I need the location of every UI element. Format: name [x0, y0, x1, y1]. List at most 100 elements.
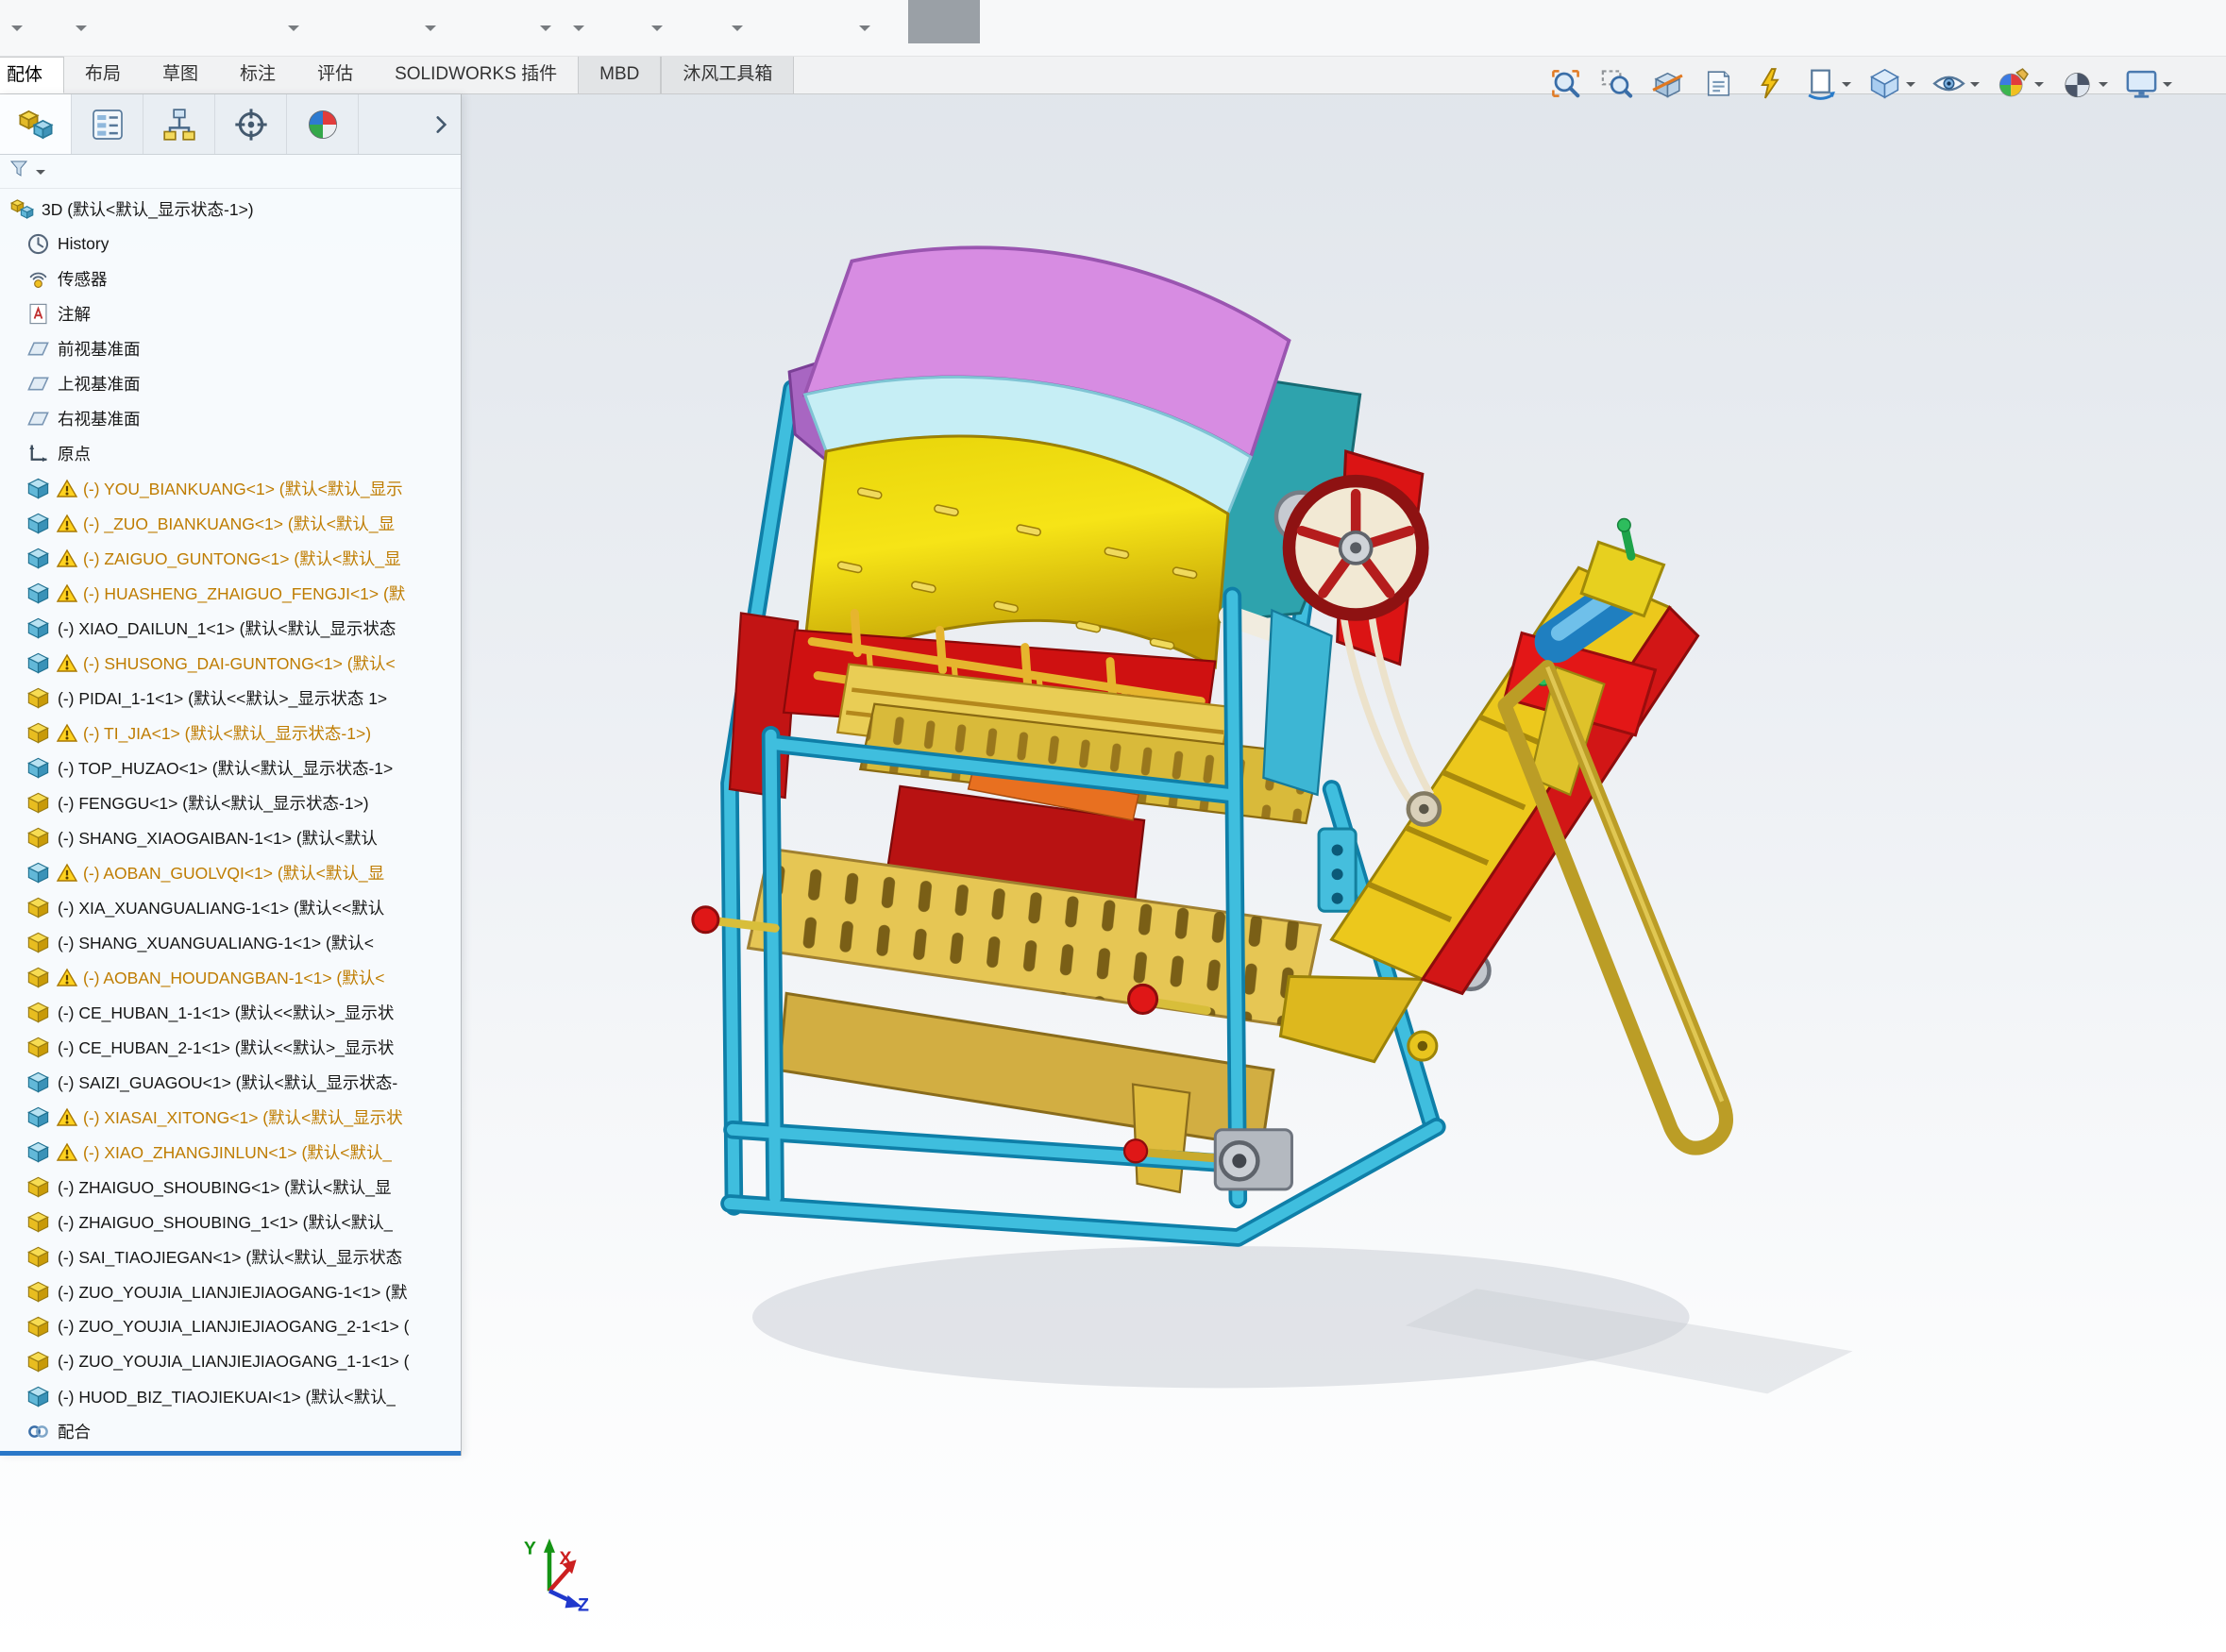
zoom-to-fit-button[interactable] — [1543, 62, 1588, 105]
tree-item-zhaiguo-shoubing[interactable]: (-) ZHAIGUO_SHOUBING<1> (默认<默认_显 — [0, 1170, 461, 1205]
menu-dropdown-caret-icon[interactable] — [425, 25, 436, 37]
tree-item-shang-xuangualiang-1[interactable]: (-) SHANG_XUANGUALIANG-1<1> (默认< — [0, 925, 461, 960]
tree-item-label: (-) TOP_HUZAO<1> (默认<默认_显示状态-1> — [58, 756, 393, 780]
filter-icon[interactable] — [8, 158, 30, 185]
tree-item-label: 注解 — [58, 302, 91, 326]
tree-item-aoban-guolvqi[interactable]: (-) AOBAN_GUOLVQI<1> (默认<默认_显 — [0, 855, 461, 890]
tree-item-icon — [9, 196, 35, 222]
toolbar-button[interactable] — [908, 0, 980, 43]
tree-item-label: (-) ZAIGUO_GUNTONG<1> (默认<默认_显 — [83, 547, 401, 570]
dropdown-caret-icon[interactable] — [1842, 82, 1851, 92]
dropdown-caret-icon[interactable] — [2034, 82, 2044, 92]
tree-item-zuo-biankuang[interactable]: (-) _ZUO_BIANKUANG<1> (默认<默认_显 — [0, 506, 461, 541]
ribbon-tab-assembly[interactable]: 配体 — [0, 57, 64, 93]
menu-dropdown-caret-icon[interactable] — [540, 25, 551, 37]
tree-item-label: (-) _ZUO_BIANKUANG<1> (默认<默认_显 — [83, 512, 395, 535]
tree-item-label: (-) FENGGU<1> (默认<默认_显示状态-1>) — [58, 791, 369, 815]
panel-expand-button[interactable] — [425, 109, 457, 141]
dropdown-caret-icon[interactable] — [36, 170, 45, 179]
panel-resize-handle[interactable] — [0, 1451, 461, 1456]
tree-item-aoban-houdangban-1[interactable]: (-) AOBAN_HOUDANGBAN-1<1> (默认< — [0, 960, 461, 995]
dropdown-caret-icon[interactable] — [1970, 82, 1980, 92]
ribbon-tab-layout[interactable]: 布局 — [64, 57, 142, 93]
tree-item-ce-huban-2-1[interactable]: (-) CE_HUBAN_2-1<1> (默认<<默认>_显示状 — [0, 1030, 461, 1065]
tree-item-label: (-) XIASAI_XITONG<1> (默认<默认_显示状 — [83, 1105, 403, 1129]
view-orientation-button[interactable] — [1863, 62, 1920, 105]
tree-item-right-plane[interactable]: 右视基准面 — [0, 401, 461, 436]
tree-item-saizi-guagou[interactable]: (-) SAIZI_GUAGOU<1> (默认<默认_显示状态- — [0, 1065, 461, 1100]
warning-icon — [56, 513, 78, 535]
menu-dropdown-caret-icon[interactable] — [76, 25, 87, 37]
tree-item-ti-jia[interactable]: (-) TI_JIA<1> (默认<默认_显示状态-1>) — [0, 716, 461, 750]
tree-item-zuo-youjia-lianjiejiaogang-1-1[interactable]: (-) ZUO_YOUJIA_LIANJIEJIAOGANG_1-1<1> ( — [0, 1344, 461, 1379]
tree-item-zhaiguo-shoubing-1[interactable]: (-) ZHAIGUO_SHOUBING_1<1> (默认<默认_ — [0, 1205, 461, 1239]
tree-item-shang-xiaogaiban-1[interactable]: (-) SHANG_XIAOGAIBAN-1<1> (默认<默认 — [0, 820, 461, 855]
tree-item-huasheng-zhaiguo-fengji[interactable]: (-) HUASHENG_ZHAIGUO_FENGJI<1> (默 — [0, 576, 461, 611]
dropdown-caret-icon[interactable] — [1906, 82, 1915, 92]
tree-item-icon — [25, 1349, 51, 1374]
tree-item-ce-huban-1-1[interactable]: (-) CE_HUBAN_1-1<1> (默认<<默认>_显示状 — [0, 995, 461, 1030]
tree-item-label: 右视基准面 — [58, 407, 141, 430]
tree-item-top-huzao[interactable]: (-) TOP_HUZAO<1> (默认<默认_显示状态-1> — [0, 750, 461, 785]
pan-spout[interactable] — [1133, 1085, 1189, 1192]
tree-item-xiao-zhangjinlun[interactable]: (-) XIAO_ZHANGJINLUN<1> (默认<默认_ — [0, 1135, 461, 1170]
panel-tab-propertymanager[interactable] — [72, 94, 143, 154]
3d-drawing-view-button[interactable] — [1747, 62, 1792, 105]
tree-item-front-plane[interactable]: 前视基准面 — [0, 331, 461, 366]
tree-item-huod-biz-tiaojiekuai[interactable]: (-) HUOD_BIZ_TIAOJIEKUAI<1> (默认<默认_ — [0, 1379, 461, 1414]
adjuster-plate[interactable] — [1319, 829, 1356, 911]
ribbon-tab-evaluate[interactable]: 评估 — [296, 57, 374, 93]
hide-show-items-button[interactable] — [1927, 62, 1984, 105]
menu-dropdown-caret-icon[interactable] — [288, 25, 299, 37]
tree-item-history[interactable]: History — [0, 227, 461, 261]
tree-item-shusong-dai-guntong[interactable]: (-) SHUSONG_DAI-GUNTONG<1> (默认< — [0, 646, 461, 681]
ribbon-tab-solidworks-addins[interactable]: SOLIDWORKS 插件 — [374, 57, 578, 93]
dynamic-annotation-views-button[interactable] — [1696, 62, 1741, 105]
tree-item-zuo-youjia-lianjiejiaogang-1[interactable]: (-) ZUO_YOUJIA_LIANJIEJIAOGANG-1<1> (默 — [0, 1274, 461, 1309]
view-settings-button[interactable] — [2119, 62, 2177, 105]
tree-item-zaiguo-guntong[interactable]: (-) ZAIGUO_GUNTONG<1> (默认<默认_显 — [0, 541, 461, 576]
flywheel[interactable] — [1289, 481, 1422, 615]
tree-item-zuo-youjia-lianjiejiaogang-2-1[interactable]: (-) ZUO_YOUJIA_LIANJIEJIAOGANG_2-1<1> ( — [0, 1309, 461, 1344]
tree-item-root[interactable]: 3D (默认<默认_显示状态-1>) — [0, 192, 461, 227]
tree-item-xiao-dailun-1[interactable]: (-) XIAO_DAILUN_1<1> (默认<默认_显示状态 — [0, 611, 461, 646]
menu-dropdown-caret-icon[interactable] — [11, 25, 23, 37]
dropdown-caret-icon[interactable] — [2163, 82, 2172, 92]
tree-item-sai-tiaojiegan[interactable]: (-) SAI_TIAOJIEGAN<1> (默认<默认_显示状态 — [0, 1239, 461, 1274]
tree-item-icon — [25, 860, 51, 885]
tree-item-annotations[interactable]: 注解 — [0, 296, 461, 331]
tree-item-sensors[interactable]: 传感器 — [0, 261, 461, 296]
rotate-view-button[interactable] — [1798, 62, 1856, 105]
panel-tab-dimxpertmanager[interactable] — [215, 94, 287, 154]
zoom-to-area-button[interactable] — [1594, 62, 1639, 105]
edit-appearance-button[interactable] — [1991, 62, 2049, 105]
tree-item-icon — [25, 720, 51, 746]
tree-item-you-biankuang[interactable]: (-) YOU_BIANKUANG<1> (默认<默认_显示 — [0, 471, 461, 506]
ribbon-tab-mbd[interactable]: MBD — [578, 57, 661, 93]
tree-item-pidai-1-1[interactable]: (-) PIDAI_1-1<1> (默认<<默认>_显示状态 1> — [0, 681, 461, 716]
warning-icon — [56, 862, 78, 885]
tree-item-xia-xuangualiang-1[interactable]: (-) XIA_XUANGUALIANG-1<1> (默认<<默认 — [0, 890, 461, 925]
tree-item-icon — [25, 441, 51, 466]
ribbon-tab-mufeng-toolbox[interactable]: 沐风工具箱 — [661, 57, 794, 93]
panel-tab-featuremanager[interactable] — [0, 94, 72, 154]
panel-tab-configurationmanager[interactable] — [143, 94, 215, 154]
ribbon-tab-annotate[interactable]: 标注 — [219, 57, 296, 93]
menu-dropdown-caret-icon[interactable] — [573, 25, 584, 37]
menu-dropdown-caret-icon[interactable] — [859, 25, 870, 37]
ribbon-tab-sketch[interactable]: 草图 — [142, 57, 219, 93]
apply-scene-button[interactable] — [2055, 62, 2113, 105]
tree-item-xiasai-xitong[interactable]: (-) XIASAI_XITONG<1> (默认<默认_显示状 — [0, 1100, 461, 1135]
panel-tab-displaymanager[interactable] — [287, 94, 359, 154]
tree-item-mates[interactable]: 配合 — [0, 1414, 461, 1449]
tree-item-origin[interactable]: 原点 — [0, 436, 461, 471]
menu-dropdown-caret-icon[interactable] — [651, 25, 663, 37]
tree-item-label: History — [58, 234, 109, 254]
tree-item-label: 原点 — [58, 442, 91, 465]
tree-item-fenggu[interactable]: (-) FENGGU<1> (默认<默认_显示状态-1>) — [0, 785, 461, 820]
section-view-button[interactable] — [1645, 62, 1690, 105]
tree-item-top-plane[interactable]: 上视基准面 — [0, 366, 461, 401]
dropdown-caret-icon[interactable] — [2099, 82, 2108, 92]
panel-tab-bar — [0, 94, 461, 155]
menu-dropdown-caret-icon[interactable] — [732, 25, 743, 37]
